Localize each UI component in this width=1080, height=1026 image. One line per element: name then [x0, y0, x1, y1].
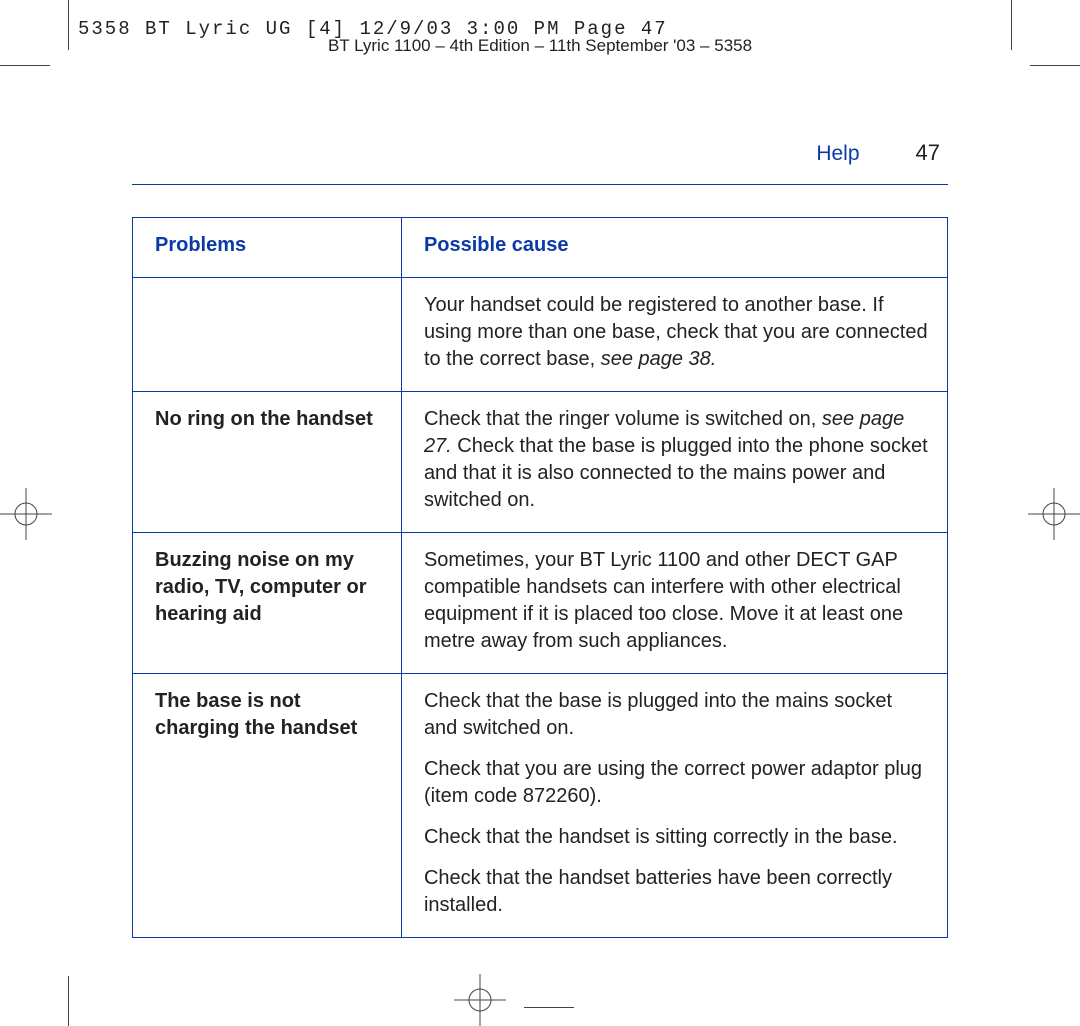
table-row: Your handset could be registered to anot… [133, 278, 948, 392]
table-row: No ring on the handset Check that the ri… [133, 392, 948, 533]
table-row: Buzzing noise on my radio, TV, computer … [133, 533, 948, 674]
cause-text: Check that you are using the correct pow… [424, 756, 929, 810]
col-header-possible-cause: Possible cause [401, 218, 947, 278]
cause-text: Check that the base is plugged into the … [424, 435, 928, 511]
running-header: Help 47 [132, 140, 948, 166]
cause-ref: see page 38. [601, 348, 717, 370]
cause-text: Sometimes, your BT Lyric 1100 and other … [424, 549, 903, 652]
header-rule [132, 184, 948, 185]
cause-text: Check that the ringer volume is switched… [424, 408, 822, 430]
cause-text: Check that the handset is sitting correc… [424, 824, 929, 851]
cause-text: Check that the base is plugged into the … [424, 688, 929, 742]
page-number: 47 [916, 140, 940, 166]
problem-cell: No ring on the handset [133, 392, 402, 533]
cause-cell: Sometimes, your BT Lyric 1100 and other … [401, 533, 947, 674]
problem-heading: Buzzing noise on my radio, TV, computer … [155, 549, 367, 625]
problem-cell: Buzzing noise on my radio, TV, computer … [133, 533, 402, 674]
cause-cell: Your handset could be registered to anot… [401, 278, 947, 392]
edition-line: BT Lyric 1100 – 4th Edition – 11th Septe… [0, 36, 1080, 56]
troubleshooting-table: Problems Possible cause Your handset cou… [132, 217, 948, 938]
col-header-problems: Problems [133, 218, 402, 278]
cause-text: Check that the handset batteries have be… [424, 865, 929, 919]
cause-cell: Check that the base is plugged into the … [401, 674, 947, 938]
problem-cell [133, 278, 402, 392]
table-row: The base is not charging the handset Che… [133, 674, 948, 938]
section-title: Help [816, 142, 859, 166]
problem-heading: No ring on the handset [155, 408, 373, 430]
cause-cell: Check that the ringer volume is switched… [401, 392, 947, 533]
table-header-row: Problems Possible cause [133, 218, 948, 278]
troubleshooting-table-wrap: Problems Possible cause Your handset cou… [132, 217, 948, 938]
problem-heading: The base is not charging the handset [155, 690, 357, 739]
page-content: Help 47 Problems Possible cause Your [132, 140, 948, 938]
problem-cell: The base is not charging the handset [133, 674, 402, 938]
